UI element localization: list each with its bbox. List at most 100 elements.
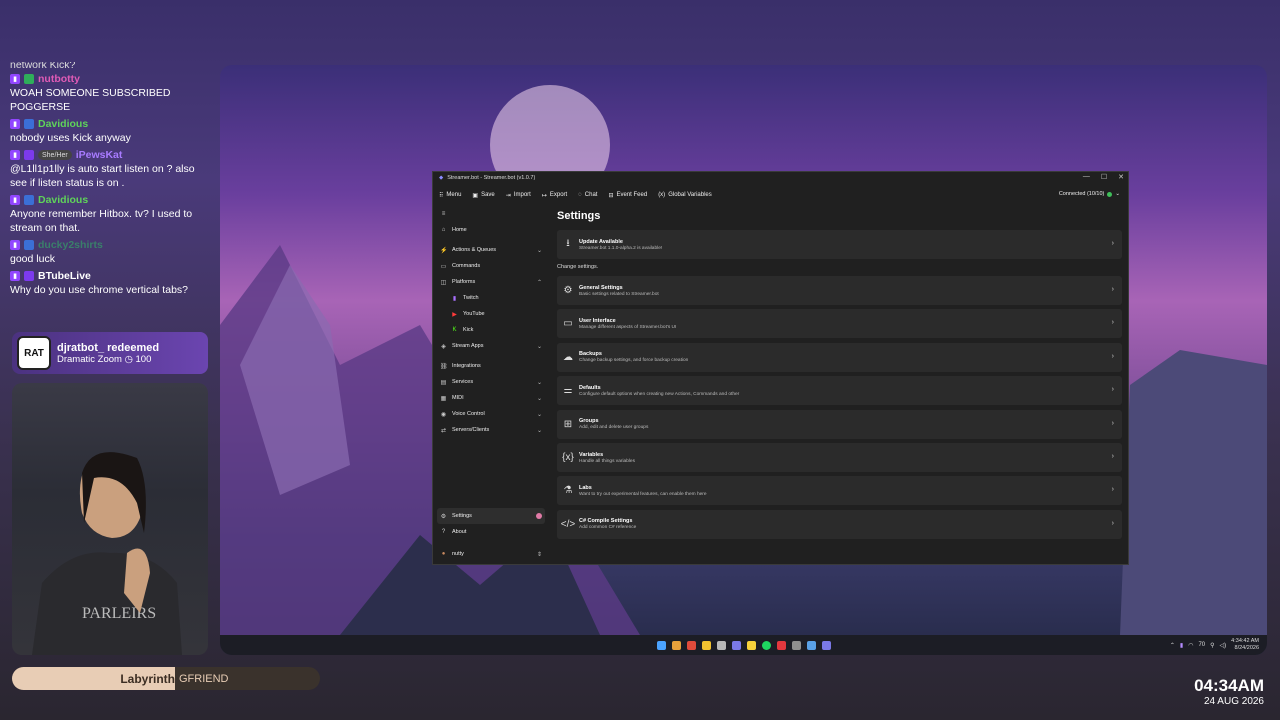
section-label: Change settings.: [557, 264, 599, 270]
card-icon: ☁: [563, 351, 573, 363]
hamburger-button[interactable]: ≡: [433, 206, 549, 222]
chat-username[interactable]: BTubeLive: [38, 269, 91, 283]
hamburger-icon: ≡: [441, 211, 446, 217]
sidebar-icon: ◈: [441, 343, 446, 350]
twitch-badge-icon: ▮: [10, 271, 20, 281]
sidebar-item-twitch[interactable]: ▮ Twitch: [433, 290, 549, 306]
stream-chat: network Kick? ▮ nutbotty WOAH SOMEONE SUBS…: [10, 62, 210, 332]
event-feed-button[interactable]: ⊟ Event Feed: [608, 192, 647, 199]
settings-page: Settings ⭳ Update Available Streamer.bot …: [551, 206, 1122, 564]
sidebar-icon: ▦: [440, 395, 447, 402]
chrome-icon[interactable]: [671, 640, 681, 650]
settings-card-defaults[interactable]: ⚌ Defaults Configure default options when …: [557, 376, 1122, 406]
chat-username[interactable]: Davidious: [38, 117, 88, 131]
chat-username[interactable]: ducky2shirts: [38, 238, 103, 252]
menu-button[interactable]: ⠿ Menu: [439, 192, 461, 199]
help-icon: ?: [441, 529, 446, 535]
sidebar-item-servers-clients[interactable]: ⇄ Servers/Clients ⌄: [433, 422, 549, 438]
chat-username[interactable]: iPewsKat: [76, 148, 123, 162]
settings-card-groups[interactable]: ⊞ Groups Add, edit and delete user groups ›: [557, 409, 1122, 439]
settings-card-backups[interactable]: ☁ Backups Change backup settings, and forc…: [557, 342, 1122, 372]
redeem-alert: RAT djratbot_ redeemed Dramatic Zoom ◷ 1…: [12, 332, 208, 374]
save-icon: ▣: [472, 192, 479, 199]
settings-card-labs[interactable]: ⚗ Labs Want to try out experimental featur…: [557, 476, 1122, 506]
wifi-icon[interactable]: ◠: [1188, 642, 1193, 649]
start-icon[interactable]: [656, 640, 666, 650]
user-profile[interactable]: ● nutty ⇕: [433, 546, 549, 562]
sidebar-item-commands[interactable]: ▭ Commands: [433, 258, 549, 274]
status-dot-icon: [1107, 191, 1113, 197]
green-badge-icon: [24, 74, 34, 84]
window-titlebar[interactable]: ◆ Streamer.bot - Streamer.bot (v1.0.7) —…: [433, 172, 1128, 184]
app-icon[interactable]: [791, 640, 801, 650]
lightbulb-icon[interactable]: [746, 640, 756, 650]
chevron-down-icon: ⌄: [536, 343, 542, 350]
chevron-right-icon: ›: [1111, 240, 1114, 247]
sidebar-item-midi[interactable]: ▦ MIDI ⌄: [433, 390, 549, 406]
chevron-up-icon[interactable]: ⌃: [1170, 642, 1175, 649]
chat-username[interactable]: Davidious: [38, 193, 88, 207]
settings-card-general-settings[interactable]: ⚙ General Settings Basic settings related …: [557, 276, 1122, 305]
chat-text: Why do you use chrome vertical tabs?: [10, 284, 188, 296]
card-icon: ⊞: [563, 418, 573, 430]
streamerbot-icon[interactable]: [821, 640, 831, 650]
chat-username[interactable]: nutbotty: [38, 72, 80, 86]
import-button[interactable]: ⇥ Import: [506, 192, 531, 199]
chat-icon: ◌: [578, 192, 582, 198]
chat-message: ▮ Davidious Anyone remember Hitbox. tv? I …: [10, 193, 210, 235]
sidebar-item-platforms[interactable]: ◫ Platforms ⌃: [433, 274, 549, 290]
sidebar-item-actions-queues[interactable]: ⚡ Actions & Queues ⌄: [433, 242, 549, 258]
sidebar-item-stream-apps[interactable]: ◈ Stream Apps ⌄: [433, 338, 549, 354]
song-title: Labyrinth: [120, 671, 175, 686]
card-icon: ⚙: [563, 285, 573, 296]
stream-date: 24 AUG 2026: [1203, 696, 1264, 707]
sidebar-icon: K: [452, 327, 457, 333]
connection-status[interactable]: Connected (10/10) ⌄: [1059, 191, 1120, 197]
chat-message: ▮ nutbotty WOAH SOMEONE SUBSCRIBED POGGERS…: [10, 72, 210, 114]
settings-card-c-compile-settings[interactable]: </> C# Compile Settings Add common C# refe…: [557, 509, 1122, 539]
sidebar-item-about[interactable]: ? About: [433, 524, 549, 540]
global-variables-button[interactable]: (x) Global Variables: [658, 192, 712, 198]
sidebar-item-kick[interactable]: K Kick: [433, 322, 549, 338]
export-button[interactable]: ↦ Export: [542, 192, 567, 199]
blue-badge-icon: [24, 119, 34, 129]
settings-card-user-interface[interactable]: ▭ User Interface Manage different aspects …: [557, 309, 1122, 339]
avatar: ●: [441, 551, 446, 557]
streamerbot-app-icon[interactable]: [731, 640, 741, 650]
chat-message: ▮ BTubeLive Why do you use chrome vertical…: [10, 269, 210, 297]
folder-icon[interactable]: [701, 640, 711, 650]
sidebar-item-home[interactable]: ⌂ Home: [433, 222, 549, 238]
menu-bar: ⠿ Menu ▣ Save ⇥ Import ↦ Export ◌ Chat ⊟ Event…: [433, 184, 1128, 206]
tray-clock[interactable]: 4:34:42 AM 8/24/2026: [1231, 638, 1259, 652]
save-button[interactable]: ▣ Save: [472, 192, 494, 199]
sidebar-item-youtube[interactable]: ▶ YouTube: [433, 306, 549, 322]
mic-icon[interactable]: ⚲: [1210, 642, 1214, 649]
notification-dot: [536, 513, 542, 519]
card-icon: ▭: [563, 318, 573, 330]
settings-card-variables[interactable]: {x} Variables Handle all things variables ›: [557, 443, 1122, 472]
sidebar-item-integrations[interactable]: ⛓ Integrations: [433, 358, 549, 374]
close-button[interactable]: ✕: [1118, 173, 1124, 181]
event-feed-icon: ⊟: [608, 192, 614, 199]
maximize-button[interactable]: ☐: [1101, 173, 1107, 181]
obs-icon[interactable]: [806, 640, 816, 650]
settings-app-icon[interactable]: [716, 640, 726, 650]
card-icon: {x}: [562, 452, 574, 463]
sidebar-item-settings[interactable]: ⚙ Settings: [437, 508, 545, 524]
sidebar-item-voice-control[interactable]: ◉ Voice Control ⌄: [433, 406, 549, 422]
sidebar-icon: ⌂: [441, 227, 446, 233]
redeem-title: djratbot_ redeemed: [57, 341, 160, 354]
twitch-tray-icon[interactable]: ▮: [1180, 642, 1183, 649]
browser-icon[interactable]: [686, 640, 696, 650]
speaker-icon[interactable]: ◁): [1220, 642, 1227, 649]
sidebar-item-services[interactable]: ▤ Services ⌄: [433, 374, 549, 390]
spotify-icon[interactable]: [761, 640, 771, 650]
minimize-button[interactable]: —: [1083, 173, 1090, 181]
sidebar-icon: ▭: [440, 263, 447, 270]
chat-text: good luck: [10, 253, 55, 265]
chat-text: @L1ll1p1lly is auto start listen on ? al…: [10, 163, 195, 189]
music-app-icon[interactable]: [776, 640, 786, 650]
chevron-right-icon: ›: [1111, 286, 1114, 293]
update-card[interactable]: ⭳ Update Available Streamer.bot 1.1.0-alp…: [557, 230, 1122, 259]
chat-button[interactable]: ◌ Chat: [578, 192, 597, 198]
